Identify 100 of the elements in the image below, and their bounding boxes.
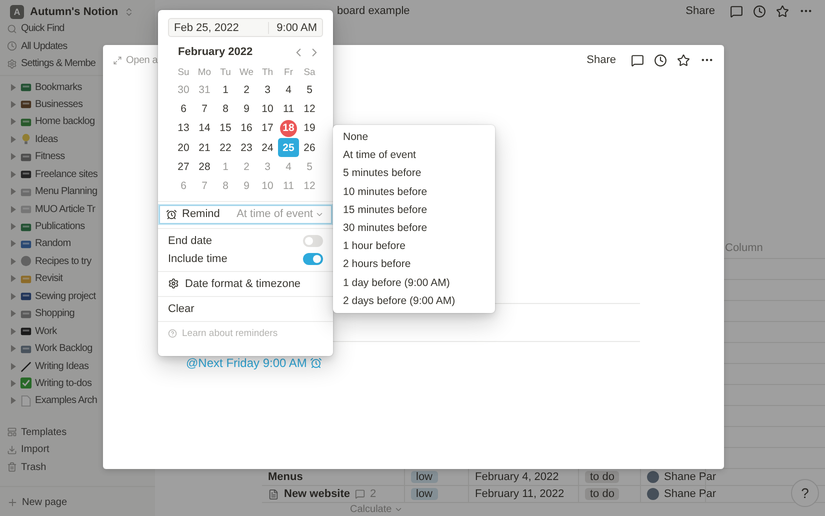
sidebar-nav-item[interactable]: All Updates: [21, 40, 68, 52]
sidebar-page[interactable]: Shopping: [35, 308, 74, 320]
reminder-option[interactable]: 2 days before (9:00 AM): [333, 292, 495, 310]
calendar-day[interactable]: 8: [215, 99, 236, 119]
calendar-day[interactable]: 27: [173, 157, 194, 176]
expand-caret-icon[interactable]: [10, 310, 17, 318]
reminder-option[interactable]: 30 minutes before: [333, 218, 495, 238]
calendar-day[interactable]: 4: [278, 80, 299, 100]
reminder-option[interactable]: 15 minutes before: [333, 200, 495, 219]
reminder-option[interactable]: 1 day before (9:00 AM): [333, 274, 495, 292]
sidebar-page[interactable]: Work: [35, 326, 57, 337]
reminder-option[interactable]: None: [333, 128, 495, 146]
calendar-day[interactable]: 28: [194, 157, 215, 176]
calendar-day[interactable]: 7: [194, 176, 215, 196]
sidebar-page[interactable]: Examples Arch: [35, 395, 98, 406]
expand-caret-icon[interactable]: [10, 84, 17, 91]
calendar-day[interactable]: 10: [257, 99, 278, 119]
breadcrumb[interactable]: board example: [337, 5, 410, 17]
sidebar-page[interactable]: Publications: [35, 221, 85, 232]
calendar-day[interactable]: 2: [236, 157, 257, 176]
calendar-day[interactable]: 12: [299, 176, 320, 196]
calendar-day[interactable]: 11: [278, 99, 299, 119]
expand-caret-icon[interactable]: [10, 380, 17, 387]
expand-caret-icon[interactable]: [10, 136, 17, 143]
sidebar-nav-item[interactable]: Settings & Membe: [21, 58, 96, 70]
sidebar-nav-item[interactable]: Trash: [21, 462, 46, 473]
help-button[interactable]: ?: [791, 479, 819, 507]
calendar-day[interactable]: 16: [236, 118, 257, 138]
sidebar-page[interactable]: Bookmarks: [35, 82, 82, 93]
calendar-day[interactable]: 22: [215, 138, 236, 158]
expand-caret-icon[interactable]: [10, 170, 17, 178]
calendar-day[interactable]: 7: [194, 99, 215, 119]
calendar-day[interactable]: 12: [299, 99, 320, 119]
sidebar-page[interactable]: MUO Article Tr: [35, 204, 96, 215]
reminder-option[interactable]: 5 minutes before: [333, 164, 495, 183]
sidebar-page[interactable]: Menu Planning: [35, 186, 98, 198]
calendar-day[interactable]: 20: [173, 138, 194, 158]
switcher-icon[interactable]: [124, 6, 134, 16]
calendar-day[interactable]: 19: [299, 118, 320, 138]
remind-dropdown[interactable]: Remind At time of event: [159, 204, 332, 224]
sidebar-nav-item[interactable]: Templates: [21, 426, 67, 438]
calendar-day[interactable]: 6: [173, 99, 194, 119]
expand-caret-icon[interactable]: [10, 258, 17, 265]
calendar-day[interactable]: 4: [278, 157, 299, 176]
clear-button[interactable]: Clear: [168, 302, 194, 315]
sidebar-nav-item[interactable]: Import: [21, 444, 50, 456]
sidebar-page[interactable]: Recipes to try: [35, 256, 92, 267]
expand-caret-icon[interactable]: [10, 275, 17, 282]
calendar-day[interactable]: 24: [257, 138, 278, 158]
calendar-day[interactable]: 5: [299, 157, 320, 176]
calendar-day[interactable]: 10: [257, 176, 278, 196]
new-page-button[interactable]: New page: [22, 497, 68, 508]
calendar-day[interactable]: 26: [299, 138, 320, 158]
toggle-switch[interactable]: [303, 252, 323, 265]
calendar-day[interactable]: 15: [215, 118, 236, 138]
row-title[interactable]: Menus: [268, 471, 303, 483]
sidebar-page[interactable]: Home backlog: [35, 116, 95, 128]
open-as-button[interactable]: Open a: [113, 54, 158, 66]
sidebar-page[interactable]: Random: [35, 238, 71, 250]
date-format-button[interactable]: Date format & timezone: [185, 278, 301, 290]
toggle-switch[interactable]: [303, 234, 323, 247]
calendar-day[interactable]: 11: [278, 176, 299, 196]
calendar-day[interactable]: 30: [173, 80, 194, 100]
row-title[interactable]: New website: [284, 488, 350, 500]
workspace-name[interactable]: Autumn's Notion: [30, 6, 118, 18]
expand-caret-icon[interactable]: [10, 100, 17, 108]
expand-caret-icon[interactable]: [10, 188, 17, 196]
sidebar-page[interactable]: Freelance sites: [35, 168, 98, 180]
expand-caret-icon[interactable]: [10, 397, 17, 404]
expand-caret-icon[interactable]: [10, 240, 17, 248]
reminder-option[interactable]: 1 hour before: [333, 237, 495, 256]
calendar-day[interactable]: 14: [194, 118, 215, 138]
calendar-day[interactable]: 5: [299, 80, 320, 100]
calendar-day[interactable]: 13: [173, 118, 194, 138]
calendar-day[interactable]: 21: [194, 138, 215, 158]
expand-caret-icon[interactable]: [10, 223, 17, 230]
sidebar-nav-item[interactable]: Quick Find: [21, 23, 64, 34]
calendar-day[interactable]: 3: [257, 80, 278, 100]
calendar-day[interactable]: 1: [215, 157, 236, 176]
sidebar-page[interactable]: Writing to-dos: [35, 378, 92, 389]
sidebar-page[interactable]: Businesses: [35, 98, 83, 110]
share-button[interactable]: Share: [586, 54, 616, 66]
expand-caret-icon[interactable]: [10, 153, 17, 160]
sidebar-page[interactable]: Revisit: [35, 273, 63, 284]
reminder-option[interactable]: At time of event: [333, 146, 495, 164]
sidebar-page[interactable]: Writing Ideas: [35, 360, 89, 372]
calendar-day[interactable]: 17: [257, 118, 278, 138]
calendar-day[interactable]: 18: [278, 118, 299, 138]
calendar-day[interactable]: 3: [257, 157, 278, 176]
calendar-day[interactable]: 8: [215, 176, 236, 196]
expand-caret-icon[interactable]: [10, 345, 17, 352]
calendar-day[interactable]: 2: [236, 80, 257, 100]
expand-caret-icon[interactable]: [10, 206, 17, 213]
calendar-day[interactable]: 9: [236, 99, 257, 119]
reminder-option[interactable]: 10 minutes before: [333, 182, 495, 201]
expand-caret-icon[interactable]: [10, 118, 17, 126]
calendar-day[interactable]: 23: [236, 138, 257, 158]
reminder-option[interactable]: 2 hours before: [333, 255, 495, 274]
calendar-day[interactable]: 31: [194, 80, 215, 100]
expand-caret-icon[interactable]: [10, 292, 17, 300]
